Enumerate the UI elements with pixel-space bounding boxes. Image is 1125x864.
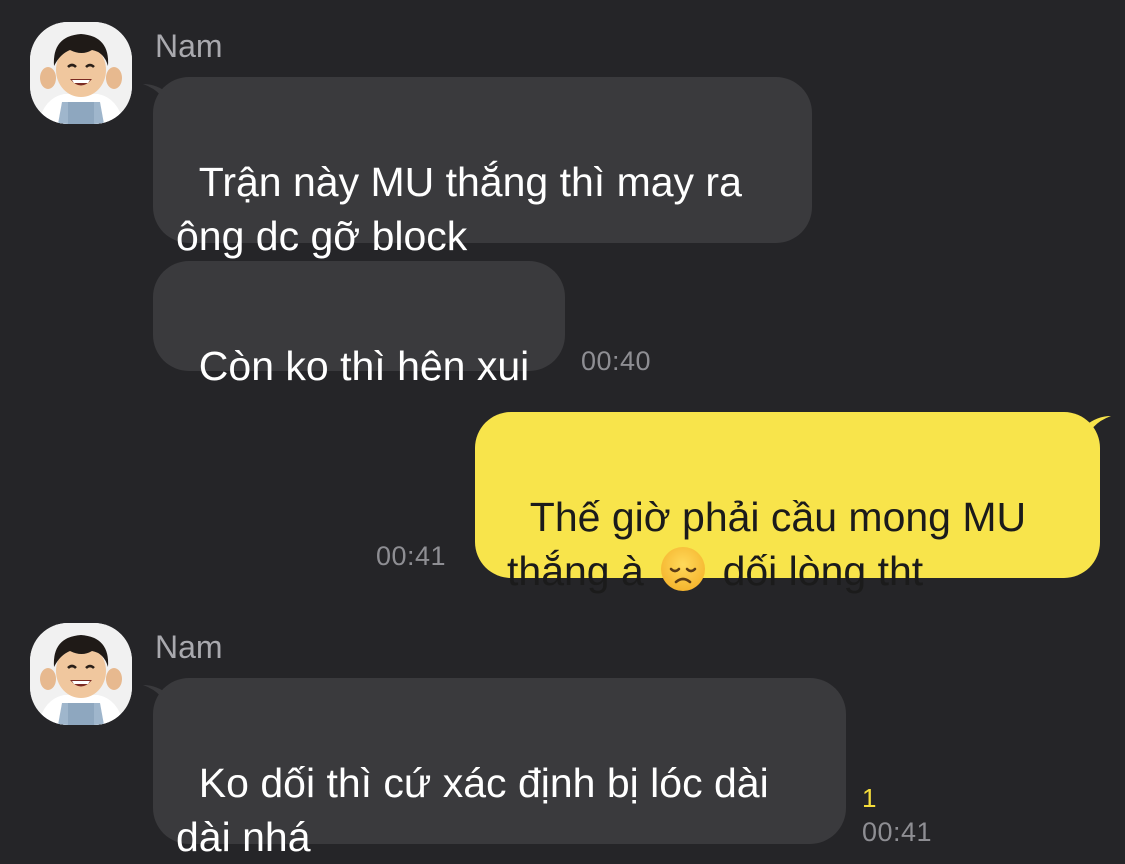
message-bubble-incoming[interactable]: Còn ko thì hên xui [153, 261, 565, 389]
message-text: dối lòng tht [711, 548, 924, 594]
message-timestamp: 00:40 [581, 346, 652, 376]
disappointed-face-icon [659, 545, 707, 593]
message-text: Trận này MU thắng thì may ra ông dc gỡ b… [176, 159, 742, 259]
contact-avatar[interactable] [30, 22, 132, 124]
message-timestamp: 00:41 [862, 817, 933, 847]
message-bubble-incoming[interactable]: Ko dối thì cứ xác định bị lóc dài dài nh… [153, 678, 846, 860]
message-text: Còn ko thì hên xui [198, 343, 530, 389]
message-timestamp: 00:41 [376, 541, 447, 571]
message-bubble-outgoing[interactable]: Thế giờ phải cầu mong MU thắng à dối lòn… [475, 412, 1100, 594]
message-bubble-incoming[interactable]: Trận này MU thắng thì may ra ông dc gỡ b… [153, 77, 812, 259]
sender-name: Nam [155, 629, 223, 665]
avatar-photo-icon [30, 22, 132, 124]
avatar-photo-icon [30, 623, 132, 725]
sender-name: Nam [155, 28, 223, 64]
message-text: Ko dối thì cứ xác định bị lóc dài dài nh… [176, 760, 769, 860]
unread-count-badge: 1 [862, 783, 877, 813]
bubble-tail-outgoing [1085, 416, 1111, 444]
contact-avatar[interactable] [30, 623, 132, 725]
